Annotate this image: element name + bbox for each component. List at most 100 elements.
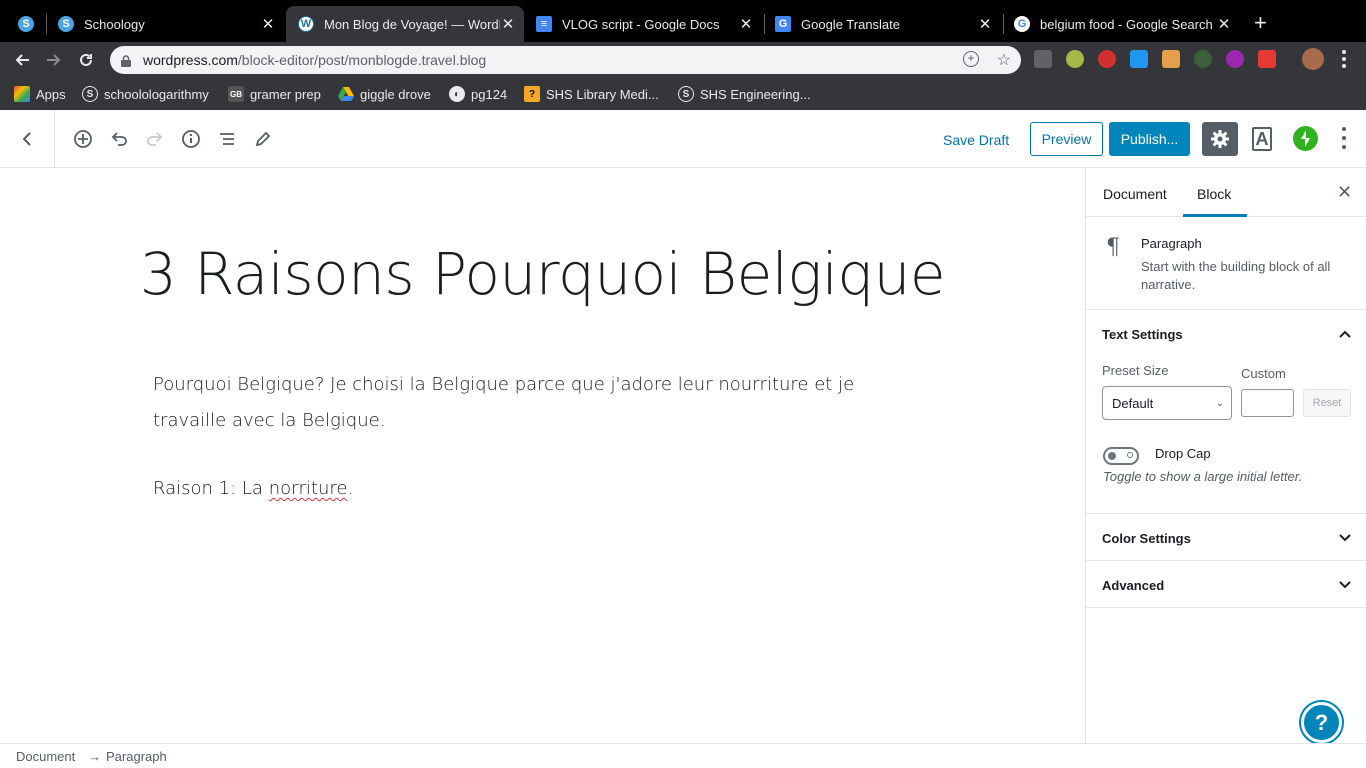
close-icon[interactable]: ✕ [260,15,276,33]
panel-title[interactable]: Text Settings [1102,327,1183,342]
crx-extension-icon[interactable] [1034,50,1052,68]
custom-label: Custom [1241,366,1286,381]
chevron-up-icon[interactable] [1338,327,1352,341]
check-extension-icon[interactable] [1130,50,1148,68]
editor-canvas: 3 Raisons Pourquoi Belgique Pourquoi Bel… [0,168,1085,743]
outline-icon[interactable] [215,127,239,151]
paragraph-block[interactable]: Pourquoi Belgique? Je choisi la Belgique… [153,367,933,439]
more-options-icon[interactable] [1336,126,1352,150]
url-text: wordpress.com/block-editor/post/monblogd… [143,52,487,68]
google-drive-icon [338,86,354,102]
star-icon[interactable]: ☆ [997,50,1011,70]
tab-google-translate[interactable]: G Google Translate ✕ [775,6,993,42]
edit-pencil-icon[interactable] [251,127,275,151]
breadcrumb-paragraph[interactable]: Paragraph [106,749,167,764]
bookmark-pg124[interactable]: ◐ pg124 [449,86,507,102]
preview-button[interactable]: Preview [1030,122,1103,156]
add-icon[interactable]: + [963,51,979,67]
close-icon[interactable]: ✕ [500,15,516,33]
pen-extension-icon[interactable] [1258,50,1276,68]
reload-icon[interactable] [74,48,98,72]
address-bar[interactable]: wordpress.com/block-editor/post/monblogd… [110,46,1021,74]
google-translate-icon: G [775,16,791,32]
redo-icon[interactable] [143,127,167,151]
settings-button[interactable] [1202,122,1238,156]
publish-button[interactable]: Publish... [1109,122,1190,156]
preset-size-label: Preset Size [1102,363,1169,378]
bookmark-apps[interactable]: Apps [14,86,66,102]
save-draft-button[interactable]: Save Draft [943,132,1009,148]
forward-icon[interactable] [42,48,66,72]
reset-button[interactable]: Reset [1303,389,1351,417]
misspelled-word[interactable]: norriture [269,478,348,499]
back-icon[interactable] [10,48,34,72]
bookmark-shs-engineering[interactable]: S SHS Engineering... [678,86,811,102]
block-title: Paragraph [1141,236,1202,251]
advanced-panel[interactable]: Advanced [1086,561,1366,608]
settings-sidebar: Document Block ✕ ¶ Paragraph Start with … [1085,168,1366,743]
bookmark-giggle-drove[interactable]: giggle drove [338,86,431,102]
drop-cap-help: Toggle to show a large initial letter. [1103,469,1303,484]
gear-icon [1211,130,1229,148]
wordpress-icon: W [298,16,314,32]
schoology-icon: S [82,86,98,102]
chevron-down-icon [1339,581,1351,589]
google-icon: G [1014,16,1030,32]
tab-title: Google Translate [801,16,901,32]
tab-document[interactable]: Document [1103,186,1167,202]
color-settings-panel[interactable]: Color Settings [1086,514,1366,561]
breadcrumb-document[interactable]: Document [16,749,75,764]
bookmark-schoology[interactable]: S schoolologarithmy [82,86,209,102]
schoology-icon: S [678,86,694,102]
bookmarks-bar: Apps S schoolologarithmy GB gramer prep … [0,78,1366,110]
tab-pinned-schoology[interactable]: S [18,6,40,42]
breadcrumb: Document → Paragraph [0,743,1366,768]
post-title[interactable]: 3 Raisons Pourquoi Belgique [0,240,1085,308]
tab-schoology[interactable]: S Schoology ✕ [58,6,276,42]
close-icon[interactable]: ✕ [1216,15,1232,33]
chevron-down-icon [1339,534,1351,542]
tab-google-search[interactable]: G belgium food - Google Search ✕ [1014,6,1232,42]
tab-google-docs[interactable]: ≡ VLOG script - Google Docs ✕ [536,6,754,42]
custom-size-input[interactable] [1241,389,1294,417]
arrow-right-icon: → [88,749,101,764]
globe-icon: ◐ [449,86,465,102]
tab-title: Schoology [84,16,145,32]
close-icon[interactable]: ✕ [738,15,754,33]
tab-block[interactable]: Block [1197,186,1231,202]
browser-tab-bar: S S Schoology ✕ W Mon Blog de Voyage! — … [0,0,1366,42]
adblock-extension-icon[interactable] [1098,50,1116,68]
tab-title: belgium food - Google Search [1040,16,1213,32]
tab-title: Mon Blog de Voyage! — WordP [324,16,500,32]
apps-grid-icon [14,86,30,102]
schoology-icon: S [58,16,74,32]
gb-icon: GB [228,86,244,102]
close-icon[interactable]: ✕ [1337,182,1352,203]
sidebar-tabs: Document Block ✕ [1086,168,1366,217]
editor-header: Save Draft Preview Publish... A [0,110,1366,168]
paragraph-icon: ¶ [1106,235,1120,260]
owl-extension-icon[interactable] [1066,50,1084,68]
browser-menu-icon[interactable] [1342,50,1346,68]
back-icon[interactable] [15,127,39,151]
add-block-icon[interactable] [71,127,95,151]
drop-cap-label: Drop Cap [1155,446,1211,461]
undo-icon[interactable] [107,127,131,151]
bookmark-gramer-prep[interactable]: GB gramer prep [228,86,321,102]
leaf-extension-icon[interactable] [1194,50,1212,68]
profile-avatar[interactable] [1302,48,1324,70]
box-extension-icon[interactable] [1162,50,1180,68]
color-extension-icon[interactable] [1226,50,1244,68]
new-tab-icon[interactable]: + [1254,12,1267,34]
paragraph-block-active[interactable]: Raison 1: La norriture. [153,471,933,507]
typography-icon[interactable]: A [1252,127,1272,151]
help-button[interactable]: ? [1301,702,1342,743]
info-icon[interactable] [179,127,203,151]
close-icon[interactable]: ✕ [977,15,993,33]
jetpack-icon[interactable] [1293,126,1318,151]
bookmark-shs-library[interactable]: ? SHS Library Medi... [524,86,659,102]
question-icon: ? [1314,709,1329,735]
preset-size-select[interactable]: Default ⌄ [1102,386,1232,420]
tab-wordpress[interactable]: W Mon Blog de Voyage! — WordP ✕ [286,6,524,42]
drop-cap-toggle[interactable] [1103,447,1139,465]
